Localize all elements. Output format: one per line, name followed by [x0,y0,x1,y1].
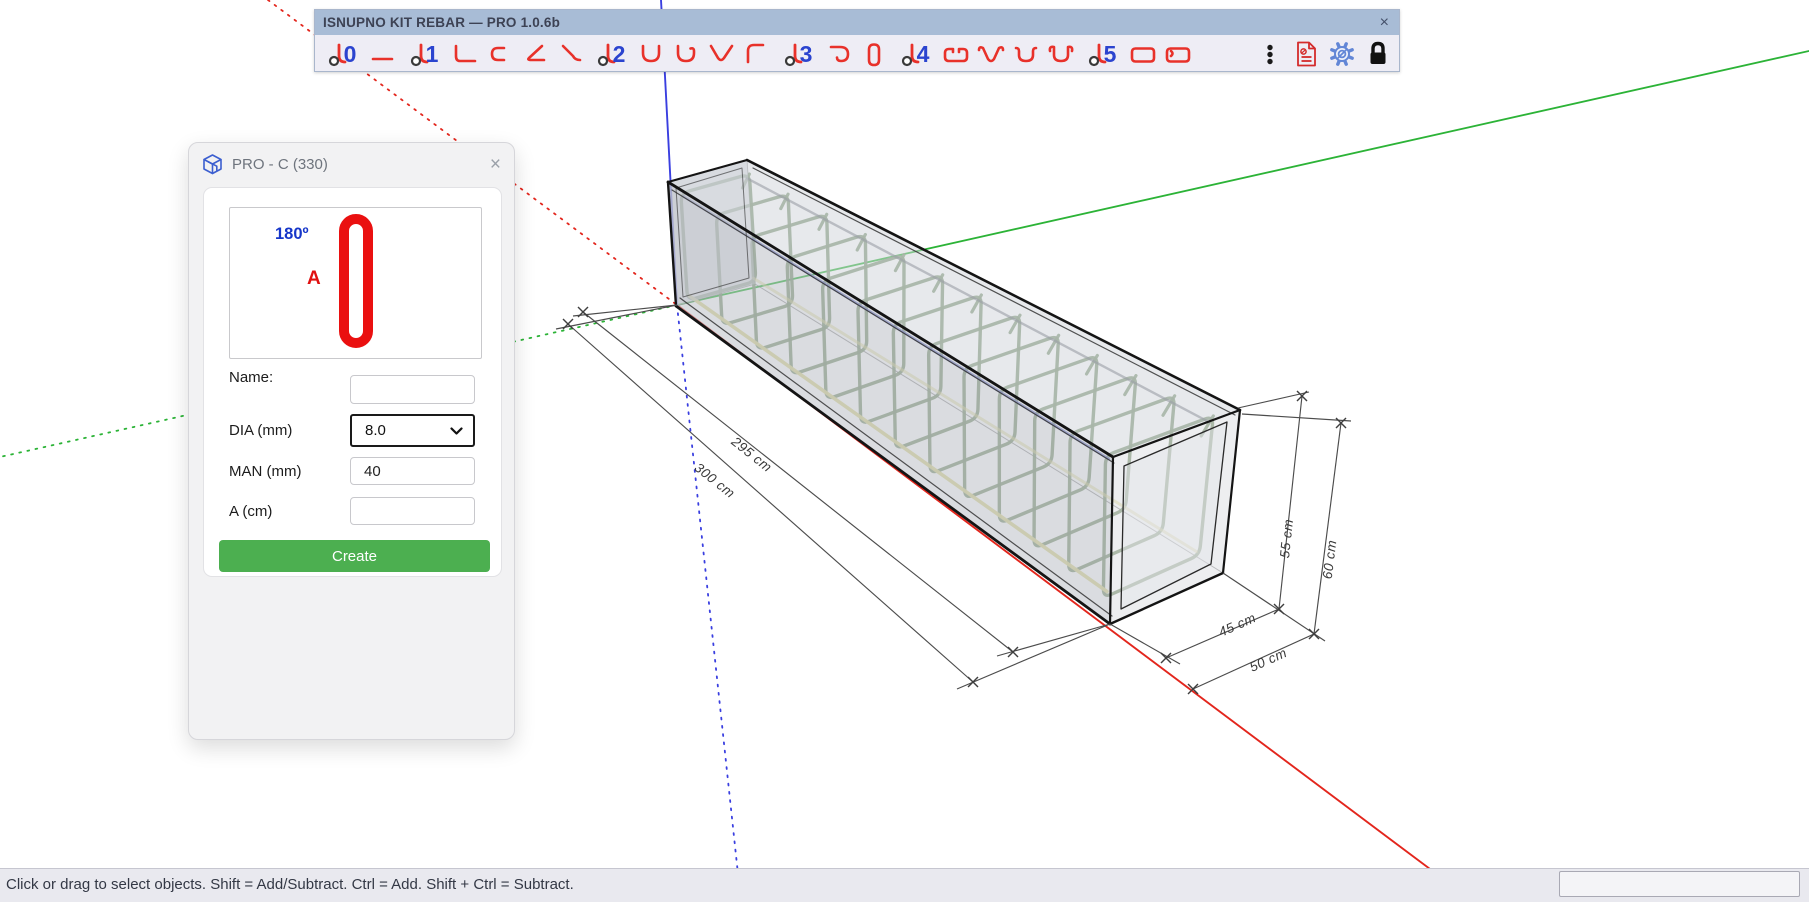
settings-icon[interactable] [1326,37,1358,71]
group-number-label: 3 [800,43,813,66]
tool-shape-rect-closed-icon[interactable] [1127,37,1159,71]
dia-select[interactable]: 8.0 [350,414,475,447]
dim-label-60cm: 60 cm [1320,539,1340,580]
tool-shape-v-hooks-icon[interactable] [975,37,1007,71]
tool-shape-u-hook-icon[interactable] [671,37,703,71]
group-number-label: 2 [613,43,626,66]
dim-label-295cm: 295 cm [728,433,775,475]
dia-label: DIA (mm) [229,422,292,439]
toolbar-title: ISNUPNO KIT REBAR — PRO 1.0.6b [323,15,1378,30]
a-label: A (cm) [229,503,272,520]
dim-label-300cm: 300 cm [692,460,738,501]
dim-label-50cm: 50 cm [1247,645,1289,675]
dim-label-45cm: 45 cm [1216,610,1258,640]
dia-select-value: 8.0 [365,422,450,439]
pro-c-dialog: PRO - C (330) × 180º A Name: DIA (mm) 8.… [188,142,515,740]
shape-preview: 180º A [229,207,482,359]
dialog-title: PRO - C (330) [232,156,481,173]
tool-shape-oval-icon[interactable] [858,37,890,71]
tool-shape-acute-bend-icon[interactable] [519,37,551,71]
group-number-label: 0 [344,43,357,66]
plugin-logo-icon [202,154,223,175]
tool-rebar-group-1-marker-icon[interactable]: 1 [402,37,446,71]
dialog-close-icon[interactable]: × [490,155,501,174]
group-number-label: 1 [426,43,439,66]
report-icon[interactable] [1290,37,1322,71]
tool-shape-c-hook-icon[interactable] [823,37,855,71]
tool-shape-c-bend-icon[interactable] [484,37,516,71]
tool-shape-u-hooks-wide-icon[interactable] [1045,37,1077,71]
man-input[interactable] [350,457,475,485]
more-options-icon[interactable] [1254,37,1286,71]
chevron-down-icon [450,427,463,435]
dimension-a-label: A [307,268,321,290]
group-number-label: 4 [917,43,930,66]
tool-shape-straight-bar-icon[interactable] [367,37,399,71]
tool-shape-crank-icon[interactable] [741,37,773,71]
lock-icon[interactable] [1362,37,1394,71]
tool-rebar-group-0-marker-icon[interactable]: 0 [320,37,364,71]
measurements-box[interactable] [1559,871,1800,897]
status-bar: Click or drag to select objects. Shift =… [0,868,1809,902]
toolbar-utilities [1254,37,1394,71]
group-number-label: 5 [1104,43,1117,66]
tool-shape-u-hooks-icon[interactable] [1010,37,1042,71]
tool-shape-u-icon[interactable] [636,37,668,71]
dialog-card: 180º A Name: DIA (mm) 8.0 MAN (mm) A (cm… [203,187,502,577]
tool-shape-diagonal-bend-icon[interactable] [554,37,586,71]
name-input[interactable] [350,375,475,404]
tool-rebar-group-3-marker-icon[interactable]: 3 [776,37,820,71]
man-label: MAN (mm) [229,463,301,480]
rebar-toolbar-window: ISNUPNO KIT REBAR — PRO 1.0.6b × 0 1 2 3 4 5 [314,9,1400,72]
tool-shape-stirrup-open-icon[interactable] [940,37,972,71]
status-message: Click or drag to select objects. Shift =… [6,869,574,901]
dim-label-55cm: 55 cm [1277,518,1296,559]
toolbar-icon-row: 0 1 2 3 4 5 [315,35,1399,73]
create-button[interactable]: Create [219,540,490,572]
tool-shape-v-icon[interactable] [706,37,738,71]
toolbar-close-icon[interactable]: × [1378,15,1391,31]
name-label: Name: [229,369,273,386]
toolbar-titlebar[interactable]: ISNUPNO KIT REBAR — PRO 1.0.6b × [315,10,1399,35]
tool-rebar-group-4-marker-icon[interactable]: 4 [893,37,937,71]
a-input[interactable] [350,497,475,525]
tool-rebar-group-2-marker-icon[interactable]: 2 [589,37,633,71]
dialog-header[interactable]: PRO - C (330) × [189,143,514,186]
tool-shape-l-bend-icon[interactable] [449,37,481,71]
tool-shape-rect-hook-icon[interactable] [1162,37,1194,71]
tool-rebar-group-5-marker-icon[interactable]: 5 [1080,37,1124,71]
bend-angle-label: 180º [275,225,309,244]
rebar-shape-preview-icon [339,214,373,348]
